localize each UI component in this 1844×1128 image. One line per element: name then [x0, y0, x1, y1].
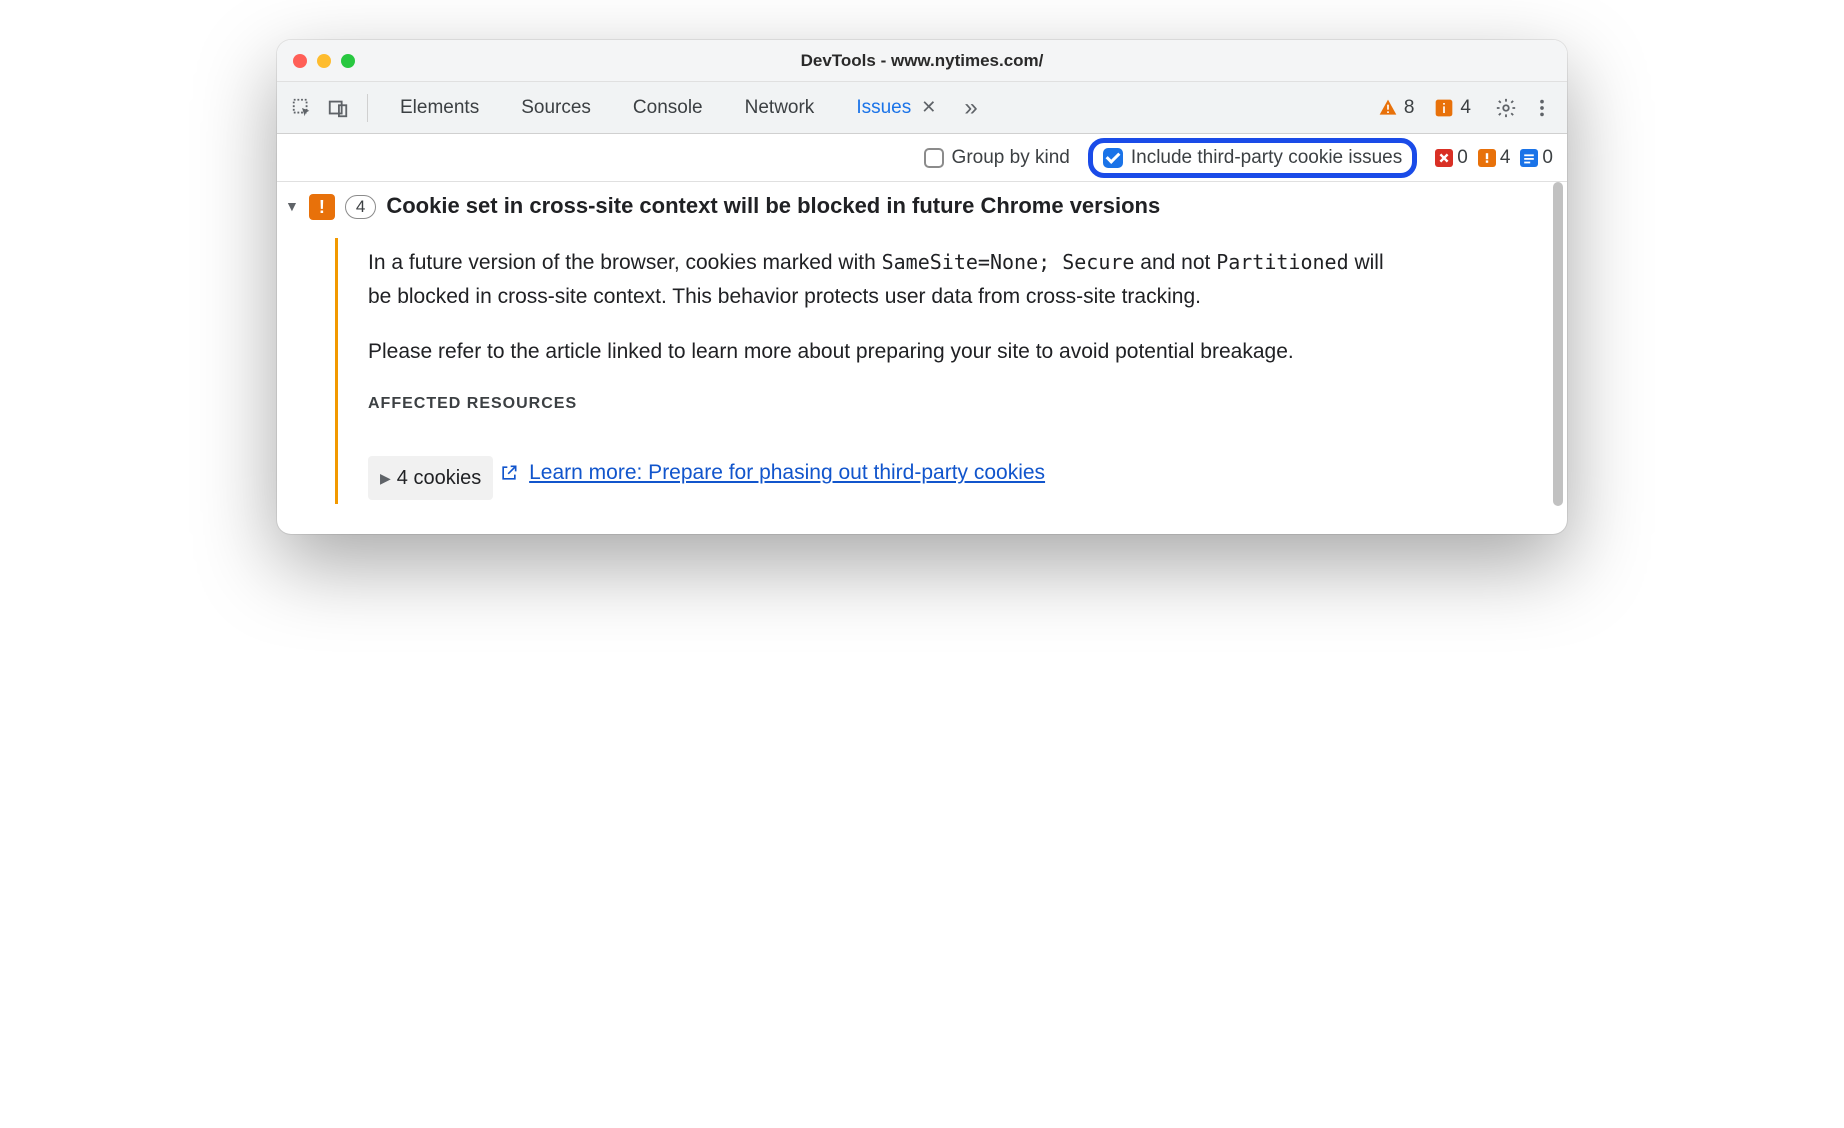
warning-counter[interactable]: 4: [1478, 147, 1511, 169]
issue-header-row[interactable]: ▼ ! 4 Cookie set in cross-site context w…: [285, 192, 1553, 220]
inspect-icon[interactable]: [287, 93, 317, 123]
error-counter[interactable]: 0: [1435, 147, 1468, 169]
titlebar: DevTools - www.nytimes.com/: [277, 40, 1567, 82]
cookies-expander[interactable]: ▶ 4 cookies: [368, 456, 493, 500]
fullscreen-window-icon[interactable]: [341, 54, 355, 68]
include-third-party-highlight: Include third-party cookie issues: [1088, 138, 1417, 178]
scrollbar[interactable]: [1553, 182, 1563, 534]
code-samesite: SameSite=None; Secure: [882, 250, 1135, 274]
issue-kind-counters: 0 4 0: [1435, 147, 1553, 169]
learn-more-link[interactable]: Learn more: Prepare for phasing out thir…: [499, 456, 1045, 490]
minimize-window-icon[interactable]: [317, 54, 331, 68]
top-warning-badge[interactable]: 8: [1378, 97, 1415, 119]
affected-resources-label: AFFECTED RESOURCES: [368, 391, 1385, 417]
tab-console[interactable]: Console: [615, 82, 721, 133]
info-badge-icon: [1520, 149, 1538, 167]
tab-sources[interactable]: Sources: [503, 82, 609, 133]
devtools-window: DevTools - www.nytimes.com/ Elements Sou…: [277, 40, 1567, 534]
top-info-badge[interactable]: 4: [1434, 97, 1471, 119]
warning-triangle-icon: [1378, 98, 1398, 118]
group-by-kind-checkbox[interactable]: Group by kind: [924, 147, 1070, 169]
code-partitioned: Partitioned: [1216, 250, 1348, 274]
tab-network[interactable]: Network: [727, 82, 833, 133]
cookies-count-label: 4 cookies: [397, 462, 482, 494]
device-toggle-icon[interactable]: [323, 93, 353, 123]
issue-description-1: In a future version of the browser, cook…: [368, 246, 1385, 313]
issue-body: In a future version of the browser, cook…: [335, 238, 1415, 504]
issue-severity-icon: !: [309, 194, 335, 220]
expand-triangle-icon: ▶: [380, 467, 391, 489]
tab-issues[interactable]: Issues ✕: [838, 82, 954, 133]
include-third-party-label: Include third-party cookie issues: [1131, 147, 1402, 169]
group-by-kind-label: Group by kind: [952, 147, 1070, 169]
learn-more-text: Learn more: Prepare for phasing out thir…: [529, 456, 1045, 490]
more-menu-icon[interactable]: [1527, 93, 1557, 123]
external-link-icon: [499, 463, 519, 483]
issues-content: ▼ ! 4 Cookie set in cross-site context w…: [277, 182, 1567, 534]
checkbox-unchecked-icon: [924, 148, 944, 168]
warning-badge-icon: [1478, 149, 1496, 167]
close-window-icon[interactable]: [293, 54, 307, 68]
traffic-lights: [293, 54, 355, 68]
main-tabbar: Elements Sources Console Network Issues …: [277, 82, 1567, 134]
issue-description-2: Please refer to the article linked to le…: [368, 335, 1385, 369]
collapse-arrow-icon[interactable]: ▼: [285, 198, 299, 214]
more-tabs-icon[interactable]: »: [964, 94, 977, 122]
include-third-party-checkbox[interactable]: Include third-party cookie issues: [1103, 147, 1402, 169]
settings-gear-icon[interactable]: [1491, 93, 1521, 123]
error-badge-icon: [1435, 149, 1453, 167]
tab-elements[interactable]: Elements: [382, 82, 497, 133]
issue-title: Cookie set in cross-site context will be…: [386, 193, 1160, 219]
issue-count-pill: 4: [345, 195, 376, 219]
divider: [367, 94, 368, 122]
issues-toolbar: Group by kind Include third-party cookie…: [277, 134, 1567, 182]
info-square-icon: [1434, 98, 1454, 118]
close-tab-icon[interactable]: ✕: [921, 97, 936, 118]
info-counter[interactable]: 0: [1520, 147, 1553, 169]
window-title: DevTools - www.nytimes.com/: [277, 51, 1567, 71]
checkbox-checked-icon: [1103, 148, 1123, 168]
